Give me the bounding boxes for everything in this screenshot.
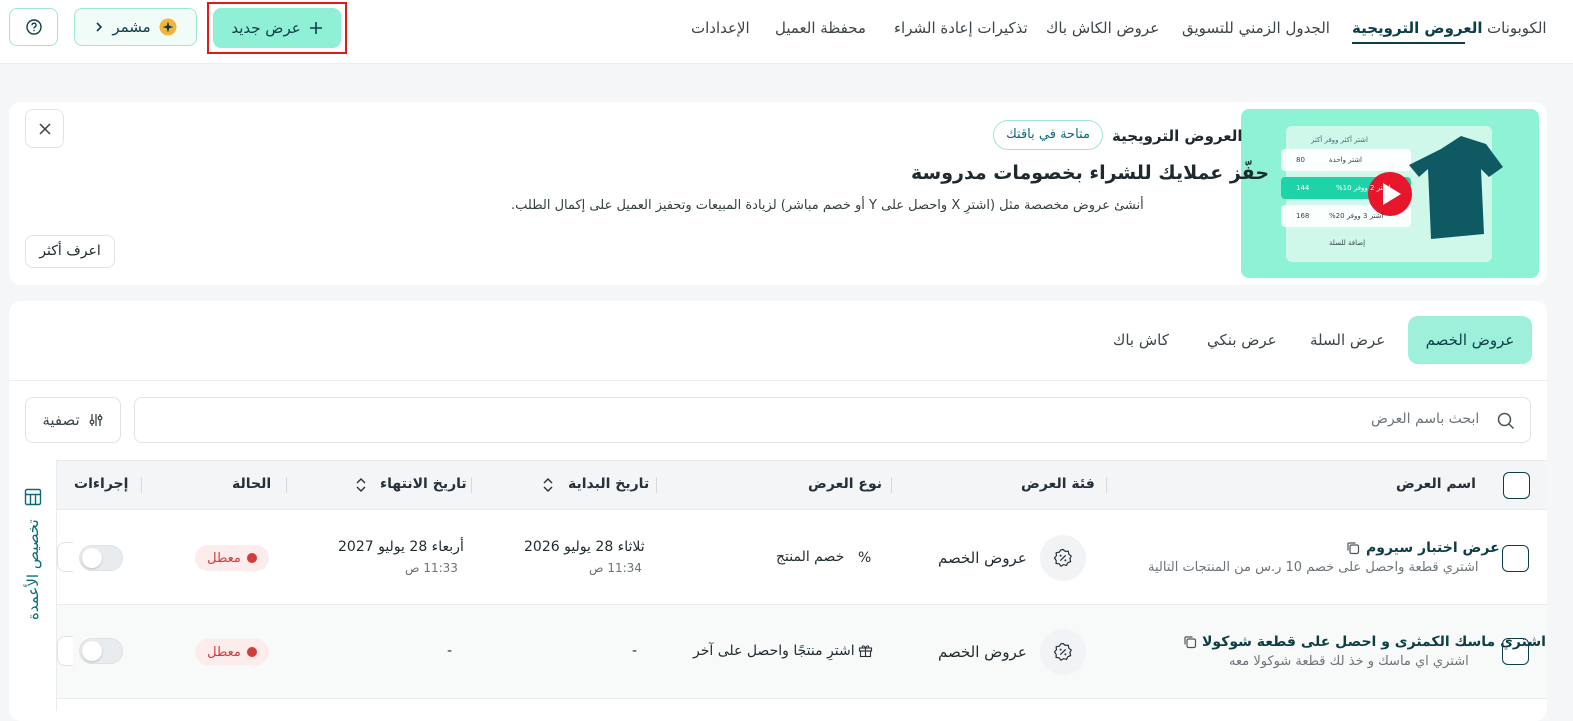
category-icon-wrap bbox=[1040, 535, 1086, 581]
copy-icon[interactable] bbox=[1183, 635, 1197, 649]
copy-icon[interactable] bbox=[1346, 541, 1360, 555]
start-time: 11:34 ص bbox=[589, 561, 642, 575]
end-date: أربعاء 28 يوليو 2027 bbox=[338, 539, 464, 555]
discount-badge-icon bbox=[1053, 642, 1073, 662]
mushir-label: مشمر bbox=[112, 18, 151, 36]
sliders-icon bbox=[88, 412, 104, 428]
column-header-type[interactable]: نوع العرض bbox=[808, 474, 882, 494]
select-all-checkbox[interactable] bbox=[1503, 472, 1530, 499]
badge-label: متاحة في باقتك bbox=[1006, 127, 1090, 142]
toggle-knob bbox=[82, 641, 102, 661]
tab-cart-offer[interactable]: عرض السلة bbox=[1310, 316, 1385, 364]
status-label: معطل bbox=[207, 550, 241, 566]
preview-row1-label: اشتر واحدة bbox=[1329, 156, 1363, 164]
tab-discount-offers[interactable]: عروض الخصم bbox=[1408, 316, 1532, 364]
plan-availability-badge: متاحة في باقتك bbox=[993, 120, 1103, 150]
column-header-actions: إجراءات bbox=[74, 476, 129, 492]
filter-button[interactable]: تصفية bbox=[25, 397, 121, 443]
row-checkbox[interactable] bbox=[1502, 545, 1529, 572]
column-header-type-sep bbox=[656, 477, 657, 493]
sort-icon[interactable] bbox=[542, 476, 554, 494]
discount-badge-icon bbox=[1053, 548, 1073, 568]
nav-customer-wallet[interactable]: محفظة العميل bbox=[775, 16, 866, 40]
nav-repurchase-reminders[interactable]: تذكيرات إعادة الشراء bbox=[894, 16, 1028, 40]
status-badge: معطل bbox=[195, 545, 269, 571]
offer-name-link[interactable]: عرض اختبار سيروم bbox=[1366, 540, 1500, 556]
offer-category: عروض الخصم bbox=[938, 549, 1027, 567]
column-header-category[interactable]: فئة العرض bbox=[1021, 474, 1095, 494]
question-circle-icon bbox=[25, 19, 42, 35]
status-dot bbox=[246, 647, 257, 657]
offer-description: اشتري اي ماسك و خذ لك قطعة شوكولا معه bbox=[1229, 654, 1469, 669]
search-input[interactable]: ابحث باسم العرض bbox=[134, 397, 1531, 443]
banner-video-thumbnail[interactable]: اشتر أكثر ووفر أكثر اشتر واحدة 80 اشتر 2… bbox=[1241, 109, 1539, 278]
actions-menu-button[interactable] bbox=[57, 542, 73, 572]
close-icon bbox=[38, 122, 51, 135]
preview-row2-price: 144 bbox=[1296, 184, 1310, 192]
filter-label: تصفية bbox=[42, 411, 80, 429]
status-badge: معطل bbox=[195, 639, 269, 665]
end-time: 11:33 ص bbox=[405, 561, 458, 575]
search-placeholder: ابحث باسم العرض bbox=[1371, 411, 1480, 427]
preview-row2-label: اشتر 2 ووفر 10% bbox=[1336, 184, 1391, 192]
customize-columns-label[interactable]: تخصيص الأعمدة bbox=[24, 519, 42, 620]
column-header-name[interactable]: اسم العرض bbox=[1396, 474, 1476, 494]
column-separator bbox=[471, 477, 472, 493]
enable-toggle[interactable] bbox=[79, 638, 123, 664]
column-header-start-date[interactable]: تاريخ البداية bbox=[568, 474, 649, 494]
actions-menu-button[interactable] bbox=[57, 636, 73, 666]
learn-more-label: اعرف أكثر bbox=[39, 243, 101, 259]
mushir-assistant-button[interactable]: مشمر bbox=[74, 8, 197, 46]
start-date: ثلاثاء 28 يوليو 2026 bbox=[524, 539, 645, 555]
learn-more-button[interactable]: اعرف أكثر bbox=[25, 235, 115, 268]
preview-header: اشتر أكثر ووفر أكثر bbox=[1311, 136, 1368, 144]
toggle-knob bbox=[82, 548, 102, 568]
start-date: - bbox=[632, 643, 638, 659]
percent-icon: % bbox=[858, 550, 872, 566]
nav-active-indicator bbox=[1352, 42, 1465, 44]
category-icon-wrap bbox=[1040, 629, 1086, 675]
nav-coupons[interactable]: الكوبونات bbox=[1487, 16, 1547, 40]
offer-type: اشترِ منتجًا واحصل على آخر bbox=[693, 643, 855, 659]
banner-title: العروض الترويجية bbox=[1112, 127, 1243, 145]
offer-description: اشتري قطعة واحصل على خصم 10 ر.س من المنت… bbox=[1148, 560, 1479, 575]
preview-row1-price: 80 bbox=[1296, 156, 1305, 164]
nav-settings[interactable]: الإعدادات bbox=[691, 16, 750, 40]
table-header bbox=[57, 460, 1547, 510]
column-header-end-date[interactable]: تاريخ الانتهاء bbox=[380, 474, 467, 494]
tab-cashback[interactable]: كاش باك bbox=[1113, 316, 1169, 364]
end-date: - bbox=[447, 643, 453, 659]
enable-toggle[interactable] bbox=[79, 545, 123, 571]
preview-cta: إضافة للسلة bbox=[1329, 239, 1366, 247]
column-separator bbox=[286, 477, 287, 493]
search-icon bbox=[1497, 412, 1515, 430]
banner-close-button[interactable] bbox=[25, 109, 64, 148]
gift-icon bbox=[858, 643, 873, 658]
column-header-status[interactable]: الحالة bbox=[232, 474, 271, 494]
sparkle-icon bbox=[159, 18, 177, 36]
tab-bank-offer[interactable]: عرض بنكي bbox=[1207, 316, 1277, 364]
preview-row3-label: اشتر 3 ووفر 20% bbox=[1329, 212, 1384, 220]
chevron-left-icon bbox=[94, 21, 104, 33]
status-label: معطل bbox=[207, 644, 241, 660]
offer-category: عروض الخصم bbox=[938, 643, 1027, 661]
tabs-divider bbox=[9, 380, 1547, 381]
sort-icon[interactable] bbox=[355, 476, 367, 494]
offer-name-link[interactable]: اشتري ماسك الكمثرى و احصل على قطعة شوكول… bbox=[1202, 634, 1546, 650]
column-separator bbox=[141, 477, 142, 493]
nav-cashback-offers[interactable]: عروض الكاش باك bbox=[1046, 16, 1159, 40]
column-separator bbox=[1106, 477, 1107, 493]
table-columns-icon[interactable] bbox=[24, 488, 42, 506]
offer-type: خصم المنتج bbox=[776, 549, 845, 565]
highlight-annotation bbox=[207, 2, 347, 54]
help-button[interactable] bbox=[9, 8, 58, 46]
preview-row3-price: 168 bbox=[1296, 212, 1310, 220]
banner-headline: حفّز عملايك للشراء بخصومات مدروسة bbox=[911, 162, 1270, 184]
nav-marketing-calendar[interactable]: الجدول الزمني للتسويق bbox=[1182, 16, 1330, 40]
column-separator bbox=[891, 477, 892, 493]
nav-promotions[interactable]: العروض الترويجية bbox=[1352, 16, 1483, 40]
status-dot bbox=[246, 553, 257, 563]
banner-description: أنشئ عروض مخصصة مثل (اشترِ X واحصل على Y… bbox=[511, 198, 1144, 213]
